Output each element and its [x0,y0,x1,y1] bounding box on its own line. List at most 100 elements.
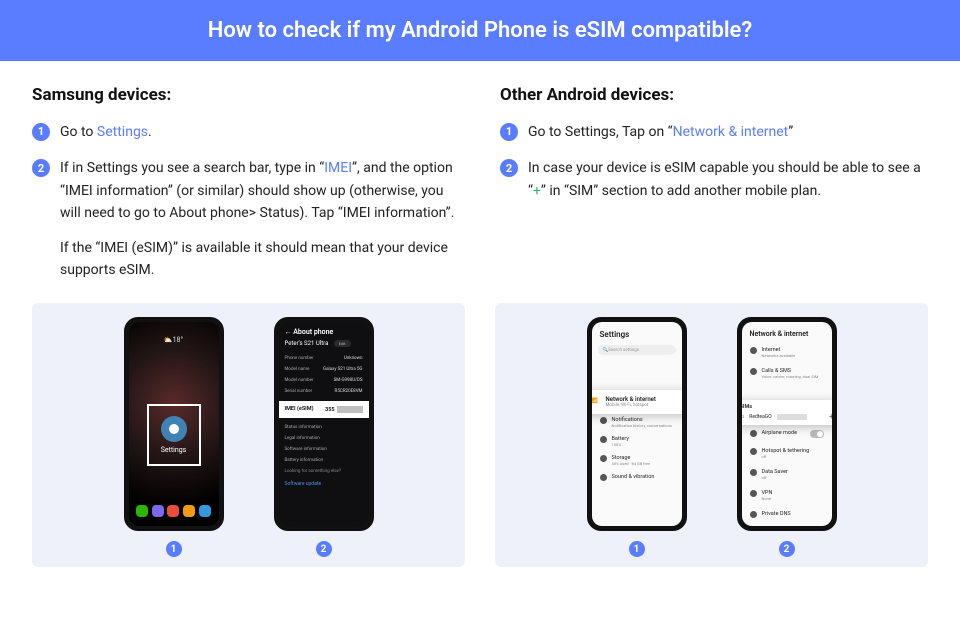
step-number-badge: 1 [32,123,50,141]
phone-screen: Settings 🔍 Search settings AppsAssistant… [592,322,682,526]
step-number-badge: 2 [500,159,518,177]
phone-screen: ⛅18° Settings [129,322,219,526]
text: ” [788,124,793,140]
text: If in Settings you see a search bar, typ… [60,160,324,176]
sim-masked [777,414,807,420]
app-icon [199,505,211,517]
samsung-column: Samsung devices: 1 Go to Settings. 2 If … [32,85,460,295]
keyword-settings: Settings [97,124,148,140]
settings-item: NotificationsNotification history, conve… [592,413,682,432]
sim-name: RedteaGO [749,414,771,420]
sims-callout: SIMs ▭ RedteaGO + [742,400,832,425]
network-item: InternetNetworks available [742,342,832,363]
other-shot-1: Settings 🔍 Search settings AppsAssistant… [587,317,687,557]
item-icon [750,511,757,518]
network-item: Airplane mode [742,425,832,443]
item-icon [750,368,757,375]
text: Go to [60,124,97,140]
network-item: VPNNone [742,485,832,506]
text: If the “IMEI (eSIM)” is available it sho… [60,237,460,282]
step-body: If in Settings you see a search bar, typ… [60,157,460,281]
about-row: Model nameGalaxy S21 Ultra 5G [279,364,369,375]
imei-prefix: 355 [325,407,334,413]
toggle-icon [810,430,824,438]
step-number-badge: 1 [500,123,518,141]
settings-app-label: Settings [161,446,187,454]
sim-row: ▭ RedteaGO + [742,412,832,421]
about-row: Model numberSM-G998U/DS [279,375,369,386]
settings-app-highlight: Settings [147,404,201,466]
network-internet-callout: 📶 Network & internet Mobile, Wi-Fi, hots… [592,390,682,414]
item-icon [600,436,607,443]
item-icon [600,417,607,424]
about-row: Battery information [279,455,369,466]
settings-item: Sound & vibration [592,470,682,485]
item-icon [750,448,757,455]
phone-mockup: Network & internet InternetNetworks avai… [737,317,837,531]
samsung-shot-1: ⛅18° Settings 1 [124,317,224,557]
software-update-link: Software update [279,477,369,491]
callout-subtitle: Mobile, Wi-Fi, hotspot [606,403,656,408]
about-phone-header: ← About phone [279,322,369,338]
other-shot-2: Network & internet InternetNetworks avai… [737,317,837,557]
phone-screen: Network & internet InternetNetworks avai… [742,322,832,526]
settings-title: Settings [592,322,682,341]
about-row: Phone numberUnknown [279,353,369,364]
plus-icon: + [829,412,832,421]
other-gallery: Settings 🔍 Search settings AppsAssistant… [495,303,928,567]
about-row: Status information [279,422,369,433]
caption-badge: 1 [629,541,645,557]
content-columns: Samsung devices: 1 Go to Settings. 2 If … [0,61,960,295]
text: ” in “SIM” section to add another mobile… [541,183,821,199]
page-title: How to check if my Android Phone is eSIM… [0,0,960,61]
settings-item: Battery100% [592,432,682,451]
search-bar: 🔍 Search settings [598,345,676,355]
item-icon [600,474,607,481]
samsung-shot-2: ← About phone Peter's S21 Ultra Edit Pho… [274,317,374,557]
samsung-heading: Samsung devices: [32,85,460,105]
weather-widget: ⛅18° [164,336,183,344]
text: Go to Settings, Tap on “ [528,124,673,140]
other-step-2: 2 In case your device is eSIM capable yo… [500,157,928,202]
caption-badge: 2 [316,541,332,557]
step-body: In case your device is eSIM capable you … [528,157,928,202]
imei-esim-label: IMEI (eSIM) [285,406,314,413]
app-icon [152,505,164,517]
dock [135,502,213,520]
sims-heading: SIMs [742,404,832,410]
caption-badge: 1 [166,541,182,557]
network-item: Private DNS [742,506,832,523]
settings-item: Storage45% used · 64 GB free [592,451,682,470]
text: . [148,124,152,140]
phone-mockup: ← About phone Peter's S21 Ultra Edit Pho… [274,317,374,531]
other-column: Other Android devices: 1 Go to Settings,… [500,85,928,295]
app-icon [136,505,148,517]
phone-screen: ← About phone Peter's S21 Ultra Edit Pho… [279,322,369,526]
network-item: Data Saveroff [742,464,832,485]
keyword-network-internet: Network & internet [673,124,789,140]
gallery-row: ⛅18° Settings 1 [0,303,960,567]
sim-icon: ▭ [742,414,745,420]
keyword-plus: + [533,183,541,199]
app-icon [167,505,179,517]
network-internet-title: Network & internet [742,322,832,342]
device-name: Peter's S21 Ultra Edit [279,338,369,353]
samsung-gallery: ⛅18° Settings 1 [32,303,465,567]
network-item: Hotspot & tetheringoff [742,443,832,464]
about-row: Legal information [279,433,369,444]
item-icon [750,430,757,437]
item-icon [750,347,757,354]
imei-esim-row-highlight: IMEI (eSIM) 355 [279,401,369,418]
other-heading: Other Android devices: [500,85,928,105]
item-icon [750,490,757,497]
wifi-icon: 📶 [592,398,600,406]
caption-badge: 2 [779,541,795,557]
phone-mockup: Settings 🔍 Search settings AppsAssistant… [587,317,687,531]
step-body: Go to Settings, Tap on “Network & intern… [528,121,928,143]
edit-badge: Edit [334,340,351,347]
imei-masked [337,406,363,413]
samsung-step-1: 1 Go to Settings. [32,121,460,143]
item-icon [600,455,607,462]
keyword-imei: IMEI [324,160,352,176]
gear-icon [161,416,187,442]
